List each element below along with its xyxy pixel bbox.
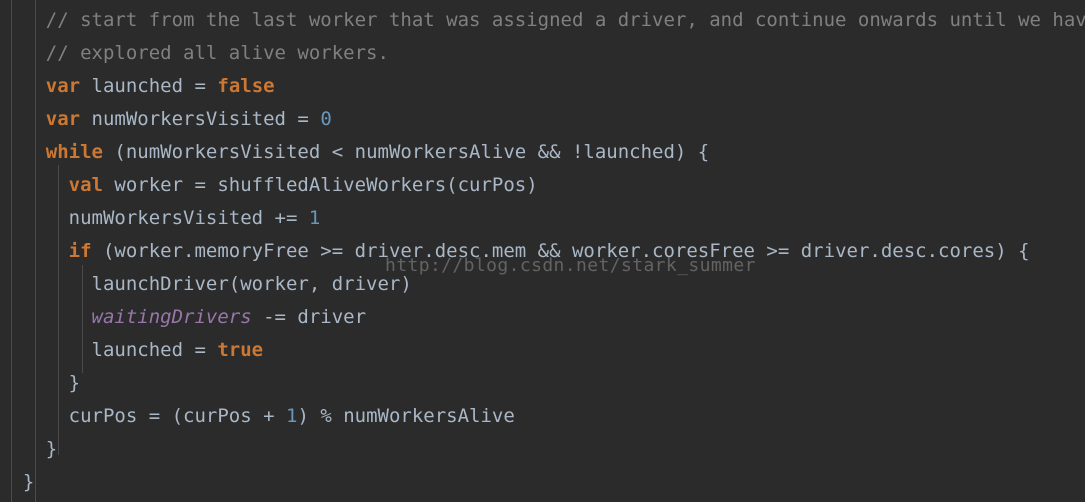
code-token-field: waitingDrivers	[91, 306, 252, 328]
code-token-default: numWorkersVisited +=	[68, 207, 309, 229]
code-token-default: (numWorkersVisited < numWorkersAlive && …	[102, 141, 710, 163]
code-token-number: 0	[320, 108, 332, 130]
code-line[interactable]: if (worker.memoryFree >= driver.desc.mem…	[0, 235, 1085, 268]
code-token-keyword: true	[217, 339, 264, 361]
code-token-keyword: while	[45, 141, 103, 163]
code-line[interactable]: }	[0, 433, 1085, 466]
code-token-default: launchDriver(worker, driver)	[91, 273, 412, 295]
code-token-default: ) % numWorkersAlive	[297, 405, 515, 427]
code-token-default: numWorkersVisited =	[80, 108, 321, 130]
code-token-default: (worker.memoryFree >= driver.desc.mem &&…	[91, 240, 1030, 262]
code-token-keyword: if	[68, 240, 92, 262]
code-line[interactable]: while (numWorkersVisited < numWorkersAli…	[0, 136, 1085, 169]
code-line[interactable]: launchDriver(worker, driver)	[0, 268, 1085, 301]
code-token-default: -= driver	[251, 306, 367, 328]
code-line[interactable]: var launched = false	[0, 70, 1085, 103]
code-token-keyword: var	[45, 75, 81, 97]
code-token-keyword: var	[45, 108, 81, 130]
code-line[interactable]: curPos = (curPos + 1) % numWorkersAlive	[0, 400, 1085, 433]
code-token-brace: }	[68, 372, 81, 394]
code-token-keyword: false	[217, 75, 275, 97]
code-line[interactable]: waitingDrivers -= driver	[0, 301, 1085, 334]
code-token-comment: // explored all alive workers.	[45, 42, 389, 64]
code-token-keyword: val	[68, 174, 103, 196]
code-line[interactable]: launched = true	[0, 334, 1085, 367]
code-line[interactable]: numWorkersVisited += 1	[0, 202, 1085, 235]
code-token-default: worker = shuffledAliveWorkers(curPos)	[102, 174, 538, 196]
code-line[interactable]: // explored all alive workers.	[0, 37, 1085, 70]
code-line[interactable]: }	[0, 367, 1085, 400]
code-token-number: 1	[285, 405, 298, 427]
code-token-default: launched =	[80, 75, 218, 97]
code-editor-view: // start from the last worker that was a…	[0, 0, 1085, 502]
code-line[interactable]: var numWorkersVisited = 0	[0, 103, 1085, 136]
code-line[interactable]: // start from the last worker that was a…	[0, 4, 1085, 37]
code-line[interactable]: val worker = shuffledAliveWorkers(curPos…	[0, 169, 1085, 202]
code-line[interactable]: }	[0, 466, 1085, 499]
code-lines-container[interactable]: // start from the last worker that was a…	[0, 4, 1085, 499]
code-token-default: launched =	[91, 339, 218, 361]
code-token-brace: }	[45, 438, 58, 460]
code-token-comment: // start from the last worker that was a…	[45, 9, 1085, 31]
code-token-default: curPos = (curPos +	[68, 405, 286, 427]
code-token-brace: }	[22, 471, 35, 493]
code-token-number: 1	[308, 207, 321, 229]
